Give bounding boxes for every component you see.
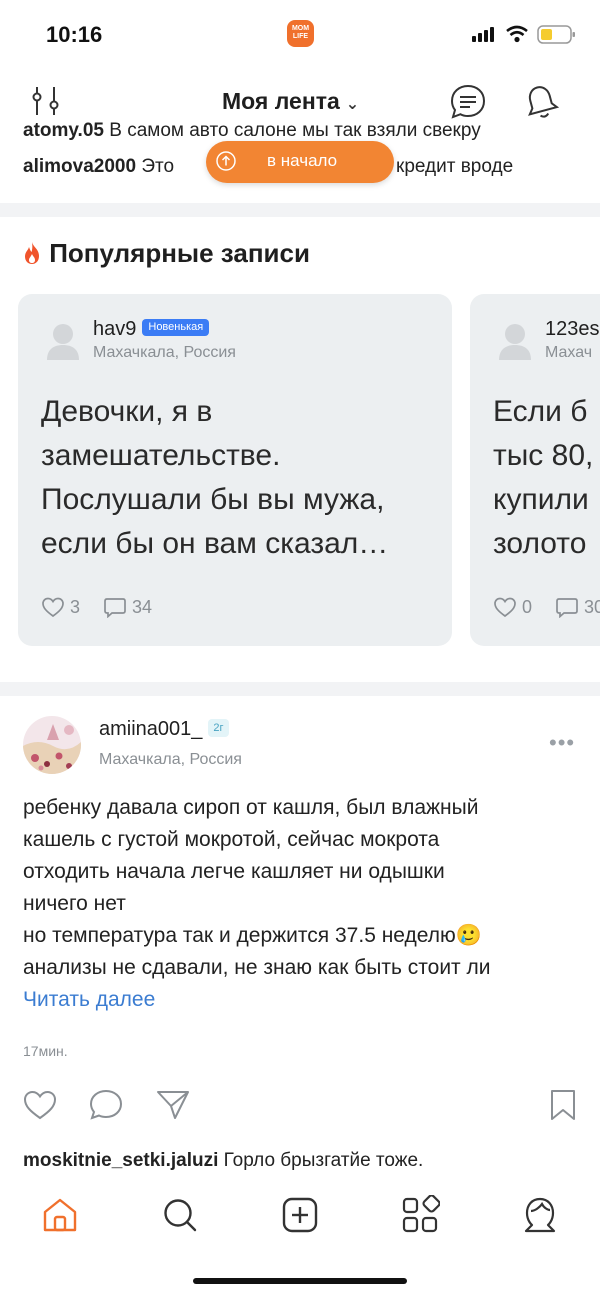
profile-icon[interactable]: [520, 1195, 560, 1235]
card-comments[interactable]: 30: [555, 596, 600, 618]
age-badge: 2г: [208, 718, 229, 737]
comment-text: Это: [141, 156, 175, 177]
card-metrics: 3 34: [41, 596, 170, 623]
page-title: Моя лента: [222, 88, 340, 114]
card-likes[interactable]: 3: [41, 596, 80, 618]
card-username[interactable]: hav9: [93, 318, 136, 340]
comment-text: Горло брызгатйе тоже.: [223, 1150, 424, 1171]
card-text: Девочки, я в замешательстве. Послушали б…: [41, 395, 389, 560]
section-divider: [0, 203, 600, 217]
newbie-badge: Новенькая: [142, 319, 210, 337]
post-location: Махачкала, Россия: [99, 751, 242, 768]
popular-section-title: Популярные записи: [22, 238, 310, 269]
search-icon[interactable]: [160, 1195, 200, 1235]
heart-icon: [494, 597, 516, 618]
card-location: Махачкала, Россия: [93, 344, 236, 361]
card-metrics: 0 30: [493, 596, 600, 623]
notifications-icon[interactable]: [521, 82, 561, 122]
post-body: ребенку давала сироп от кашля, был влажн…: [23, 796, 491, 979]
create-icon[interactable]: [280, 1195, 320, 1235]
services-icon[interactable]: [400, 1195, 440, 1235]
like-icon[interactable]: [22, 1087, 58, 1123]
read-more-link[interactable]: Читать далее: [23, 988, 155, 1012]
comment-text: кредит вроде: [396, 156, 514, 177]
home-indicator: [193, 1278, 407, 1284]
fire-icon: [25, 242, 39, 264]
status-time: 10:16: [46, 22, 103, 47]
comment-author[interactable]: atomy.05: [23, 122, 104, 141]
card-likes[interactable]: 0: [493, 596, 532, 618]
avatar-placeholder-icon: [499, 324, 531, 360]
post-timestamp: 17мин.: [23, 1043, 68, 1059]
feed-selector[interactable]: Моя лента ⌄: [222, 88, 359, 115]
chevron-down-icon: ⌄: [345, 96, 360, 113]
comment-author[interactable]: moskitnie_setki.jaluzi: [23, 1150, 218, 1171]
app-logo-icon: MOM LIFE: [287, 20, 314, 47]
scroll-to-top-label: в начало: [267, 151, 338, 170]
prev-comment: alimova2000 Это: [23, 156, 174, 178]
card-author: hav9 Новенькая: [93, 318, 210, 341]
avatar[interactable]: [23, 716, 81, 774]
comment-author[interactable]: alimova2000: [23, 156, 136, 177]
comment-icon: [556, 598, 578, 618]
scroll-to-top-button[interactable]: в начало: [206, 141, 394, 183]
post-username[interactable]: amiina001_: [99, 718, 202, 740]
share-icon[interactable]: [155, 1087, 191, 1123]
card-location: Махач: [545, 344, 593, 361]
more-options-icon[interactable]: •••: [549, 730, 575, 756]
card-comments[interactable]: 34: [103, 596, 152, 618]
post-author[interactable]: amiina001_ 2г: [99, 718, 229, 741]
comment-text: В самом авто салоне мы так взяли свекру: [109, 122, 481, 141]
arrow-up-icon: [216, 151, 236, 171]
section-divider: [0, 682, 600, 696]
messages-icon[interactable]: [448, 82, 488, 122]
heart-icon: [42, 597, 64, 618]
popular-card[interactable]: 123es Махач Если б тыс 80, купили золото…: [470, 294, 600, 646]
home-icon[interactable]: [40, 1195, 80, 1235]
card-username[interactable]: 123es: [545, 318, 600, 341]
avatar-placeholder-icon: [47, 324, 79, 360]
last-comment: moskitnie_setki.jaluzi Горло брызгатйе т…: [23, 1150, 423, 1172]
popular-card[interactable]: hav9 Новенькая Махачкала, Россия Девочки,…: [18, 294, 452, 646]
status-icons: [472, 25, 575, 44]
card-text: Если б тыс 80, купили золото: [493, 395, 594, 560]
popular-title-text: Популярные записи: [49, 238, 310, 268]
filter-icon[interactable]: [26, 82, 66, 122]
comment-icon: [104, 598, 126, 618]
bookmark-icon[interactable]: [545, 1087, 581, 1123]
comment-icon[interactable]: [88, 1087, 124, 1123]
